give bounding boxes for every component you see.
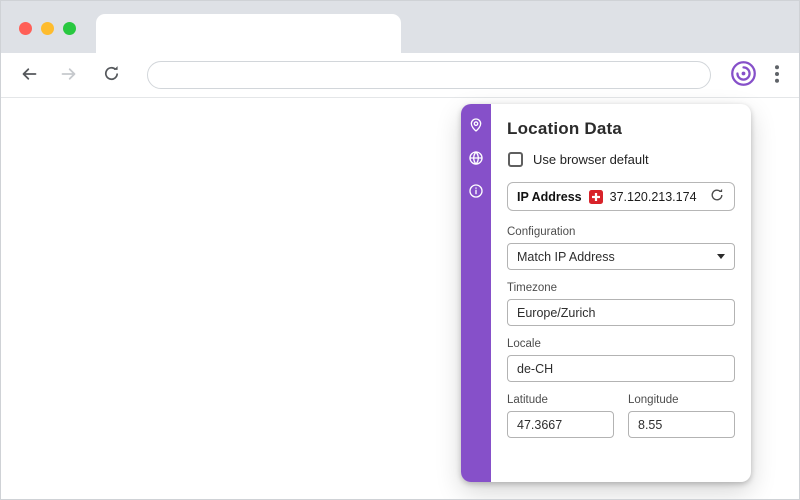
- longitude-input[interactable]: [628, 411, 735, 438]
- locale-input[interactable]: [507, 355, 735, 382]
- vytal-logo-icon: [730, 60, 757, 90]
- ip-address-label: IP Address: [517, 189, 582, 204]
- latitude-field: Latitude: [507, 394, 614, 438]
- ip-address-value: 37.120.213.174: [609, 189, 697, 204]
- browser-window: Location Data Use browser default IP Add…: [0, 0, 800, 500]
- timezone-label: Timezone: [507, 282, 558, 294]
- window-controls: [19, 22, 76, 35]
- panel-nav-rail: [461, 104, 491, 482]
- timezone-input[interactable]: [507, 299, 735, 326]
- chevron-down-icon: [717, 254, 725, 259]
- close-window-button[interactable]: [19, 22, 32, 35]
- panel-title: Location Data: [507, 119, 623, 138]
- tab-location[interactable]: [466, 116, 486, 136]
- address-bar[interactable]: [147, 61, 711, 89]
- latitude-label: Latitude: [507, 394, 548, 406]
- ip-address-row: IP Address 37.120.213.174: [507, 182, 735, 211]
- reload-icon: [102, 64, 121, 86]
- configuration-label: Configuration: [507, 226, 576, 238]
- locale-label: Locale: [507, 338, 541, 350]
- browser-tab[interactable]: [96, 14, 401, 53]
- use-browser-default-checkbox[interactable]: [508, 152, 523, 167]
- longitude-field: Longitude: [628, 394, 735, 438]
- refresh-icon: [709, 187, 725, 206]
- menu-button[interactable]: [765, 59, 789, 91]
- info-icon: [468, 183, 484, 202]
- locale-field: Locale: [507, 338, 735, 382]
- tab-browser[interactable]: [466, 149, 486, 169]
- coordinates-row: Latitude Longitude: [507, 394, 735, 450]
- refresh-ip-button[interactable]: [709, 187, 725, 206]
- tab-strip: [1, 1, 799, 53]
- forward-button[interactable]: [53, 59, 85, 91]
- panel-body: Location Data Use browser default IP Add…: [491, 104, 751, 482]
- tab-info[interactable]: [466, 182, 486, 202]
- kebab-menu-icon: [775, 64, 779, 86]
- switzerland-flag-icon: [588, 189, 603, 204]
- latitude-input[interactable]: [507, 411, 614, 438]
- back-arrow-icon: [19, 64, 39, 87]
- longitude-label: Longitude: [628, 394, 679, 406]
- extension-button[interactable]: [727, 59, 759, 91]
- configuration-value: Match IP Address: [517, 249, 615, 264]
- location-pin-icon: [468, 117, 484, 136]
- back-button[interactable]: [13, 59, 45, 91]
- location-data-panel: Location Data Use browser default IP Add…: [461, 104, 751, 482]
- use-browser-default-row[interactable]: Use browser default: [508, 152, 735, 167]
- timezone-field: Timezone: [507, 282, 735, 326]
- maximize-window-button[interactable]: [63, 22, 76, 35]
- configuration-select[interactable]: Match IP Address: [507, 243, 735, 270]
- reload-button[interactable]: [95, 59, 127, 91]
- use-browser-default-label: Use browser default: [533, 152, 649, 167]
- globe-icon: [468, 150, 484, 169]
- browser-toolbar: [1, 53, 799, 98]
- minimize-window-button[interactable]: [41, 22, 54, 35]
- forward-arrow-icon: [59, 64, 79, 87]
- configuration-field: Configuration Match IP Address: [507, 226, 735, 270]
